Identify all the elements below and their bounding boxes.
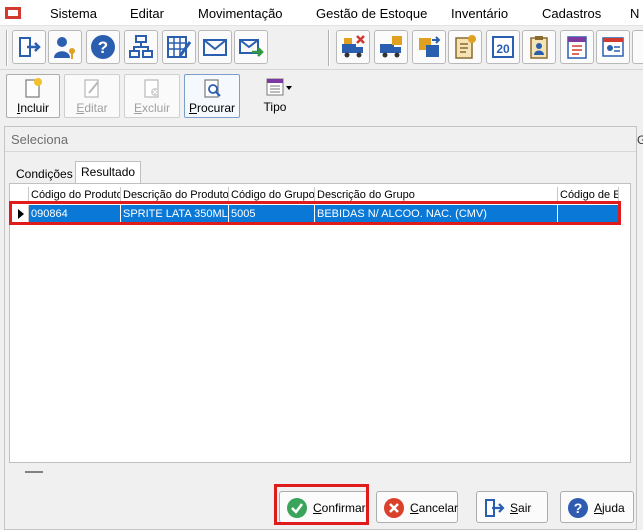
ajuda-label: Ajuda xyxy=(594,501,625,515)
more-toolbar-icon[interactable] xyxy=(632,30,643,64)
dialog-button-bar: Confirmar Cancelar Sair ? Ajuda xyxy=(9,482,634,528)
column-header[interactable]: Descrição do Grupo xyxy=(315,187,558,204)
toolbar-separator xyxy=(328,30,330,66)
spreadsheet-edit-icon[interactable] xyxy=(162,30,196,64)
svg-text:?: ? xyxy=(98,38,108,57)
procurar-button[interactable]: Procurar xyxy=(184,74,240,118)
column-header[interactable]: Código do Produto xyxy=(29,187,121,204)
editar-button[interactable]: Editar xyxy=(64,74,120,118)
excluir-label: Excluir xyxy=(133,101,171,115)
current-row-indicator-icon xyxy=(13,205,29,223)
calendar-number-icon[interactable]: 20 xyxy=(486,30,520,64)
document-star-icon[interactable] xyxy=(448,30,482,64)
incluir-label: Incluir xyxy=(16,101,50,115)
menu-more[interactable]: N xyxy=(630,6,639,21)
dialog-title: Seleciona xyxy=(11,132,69,147)
grid-header: Código do Produto Descrição do Produto C… xyxy=(13,187,619,204)
results-grid[interactable]: Código do Produto Descrição do Produto C… xyxy=(13,187,619,447)
title-divider xyxy=(5,151,636,152)
confirmar-button[interactable]: Confirmar xyxy=(279,491,369,523)
cell-descricao-produto[interactable]: SPRITE LATA 350ML ( xyxy=(121,205,229,223)
cell-codigo-produto[interactable]: 090864 xyxy=(29,205,121,223)
cancel-circle-icon xyxy=(384,498,404,518)
svg-text:20: 20 xyxy=(496,42,510,56)
contact-card-icon[interactable] xyxy=(596,30,630,64)
menu-cadastros[interactable]: Cadastros xyxy=(542,6,601,21)
scroll-grip[interactable] xyxy=(25,471,43,473)
column-header[interactable]: Código do Grupo xyxy=(229,187,315,204)
clipboard-person-icon[interactable] xyxy=(522,30,556,64)
help-icon: ? xyxy=(568,498,588,518)
mail-icon[interactable] xyxy=(198,30,232,64)
table-row[interactable]: 090864 SPRITE LATA 350ML ( 5005 BEBIDAS … xyxy=(13,205,619,223)
procurar-label: Procurar xyxy=(188,101,236,115)
exit-door-icon xyxy=(485,499,505,517)
toolbar-separator xyxy=(6,30,8,66)
record-toolbar: Incluir Editar Excluir Procurar Tipo xyxy=(0,70,643,120)
selection-dialog: Seleciona Condições Resultado Código do … xyxy=(4,126,637,530)
chevron-down-icon xyxy=(286,86,292,90)
edit-document-icon xyxy=(84,79,99,98)
cell-codigo-grupo[interactable]: 5005 xyxy=(229,205,315,223)
menu-movimentacao[interactable]: Movimentação xyxy=(198,6,283,21)
truck-cancel-icon[interactable] xyxy=(336,30,370,64)
cell-descricao-grupo[interactable]: BEBIDAS N/ ALCOO. NAC. (CMV) xyxy=(315,205,558,223)
tipo-dropdown[interactable]: Tipo xyxy=(252,74,298,118)
menu-gestao-estoque[interactable]: Gestão de Estoque xyxy=(316,6,427,21)
search-document-icon xyxy=(204,79,221,98)
delete-document-icon xyxy=(144,79,159,98)
help-icon[interactable]: ? xyxy=(86,30,120,64)
sair-label: Sair xyxy=(510,501,532,515)
tab-resultado[interactable]: Resultado xyxy=(75,161,142,185)
incluir-button[interactable]: Incluir xyxy=(6,74,60,118)
svg-text:?: ? xyxy=(574,500,583,516)
background-window-text: G xyxy=(637,133,643,147)
mail-forward-icon[interactable] xyxy=(234,30,268,64)
truck-boxes-icon[interactable] xyxy=(374,30,408,64)
tipo-label: Tipo xyxy=(263,100,287,114)
cancelar-button[interactable]: Cancelar xyxy=(376,491,458,523)
package-transfer-icon[interactable] xyxy=(412,30,446,64)
check-circle-icon xyxy=(287,498,307,518)
exit-door-icon[interactable] xyxy=(12,30,46,64)
column-header[interactable]: Código de E xyxy=(558,187,619,204)
menu-inventario[interactable]: Inventário xyxy=(451,6,508,21)
menu-editar[interactable]: Editar xyxy=(130,6,164,21)
menu-sistema[interactable]: Sistema xyxy=(50,6,97,21)
menu-bar: Sistema Editar Movimentação Gestão de Es… xyxy=(0,0,643,26)
indicator-header xyxy=(13,187,29,204)
excluir-button[interactable]: Excluir xyxy=(124,74,180,118)
result-panel: Código do Produto Descrição do Produto C… xyxy=(9,183,631,463)
sair-button[interactable]: Sair xyxy=(476,491,548,523)
new-document-icon xyxy=(25,78,42,98)
main-toolbar: ? 20 xyxy=(0,26,643,70)
report-list-icon[interactable] xyxy=(560,30,594,64)
confirmar-label: Confirmar xyxy=(313,501,366,515)
editar-label: Editar xyxy=(76,101,108,115)
list-type-icon xyxy=(266,78,284,96)
tab-condicoes[interactable]: Condições xyxy=(11,164,78,184)
org-chart-icon[interactable] xyxy=(124,30,158,64)
column-header[interactable]: Descrição do Produto xyxy=(121,187,229,204)
cancelar-label: Cancelar xyxy=(410,501,459,515)
ajuda-button[interactable]: ? Ajuda xyxy=(560,491,634,523)
user-key-icon[interactable] xyxy=(48,30,82,64)
app-logo-icon[interactable] xyxy=(4,5,22,21)
cell-codigo-e[interactable] xyxy=(558,205,619,223)
